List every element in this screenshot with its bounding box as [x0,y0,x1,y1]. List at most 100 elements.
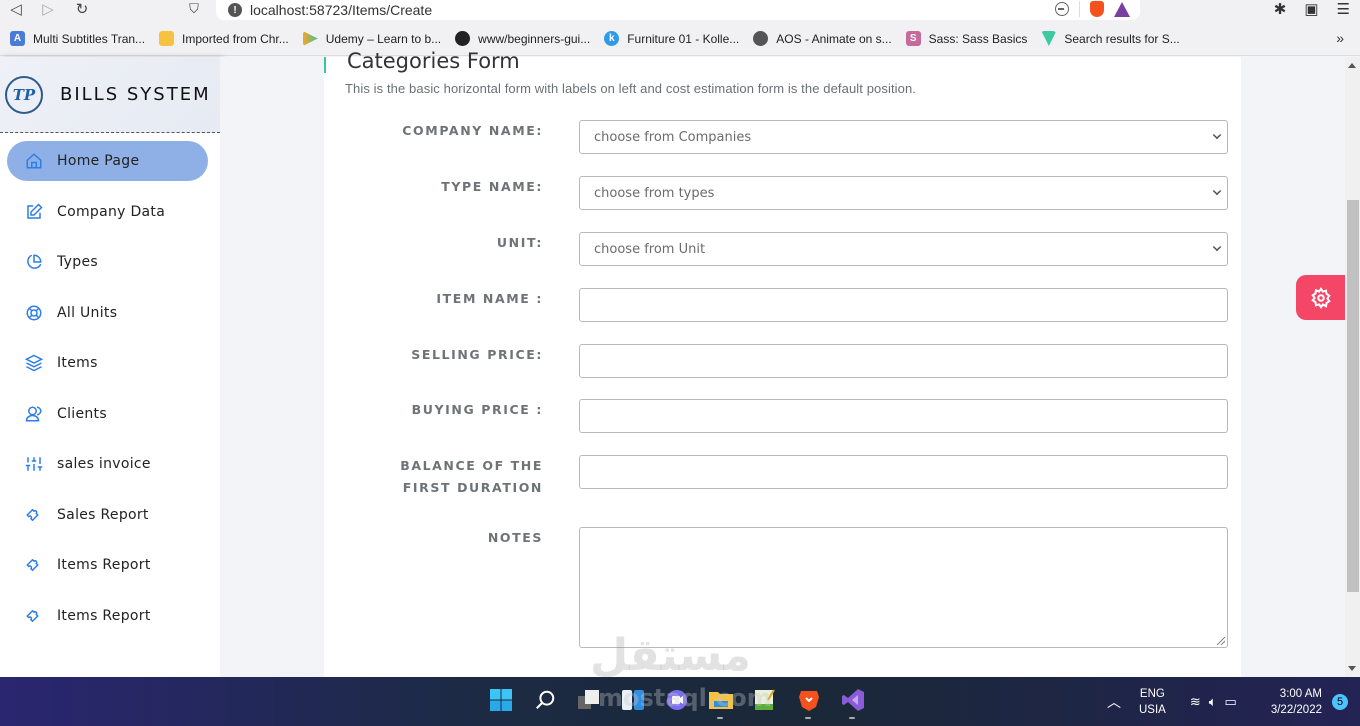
brand-header: TP BILLS SYSTEM [0,57,220,133]
browser-toolbar: ◁ ▷ ↻ ⛉ ! localhost:58723/Items/Create ✱… [0,0,1360,22]
sidebar-item-items-report-2[interactable]: Items Report [7,596,208,636]
sidebar-menu: Home Page Company Data Types All Units I… [0,133,220,636]
bookmark-icon[interactable]: ⛉ [184,0,204,18]
running-indicator [849,717,855,719]
running-indicator [805,717,811,719]
brave-rewards-icon[interactable] [1114,1,1130,17]
gear-icon [1310,286,1331,309]
sidebar-item-label: Clients [57,405,107,422]
selling-price-input[interactable] [579,344,1228,378]
unit-select[interactable]: choose from Unit [579,232,1228,266]
resize-handle[interactable] [1217,637,1225,645]
type-name-label: TYPE NAME: [441,179,543,194]
sidebar-item-sales-invoice[interactable]: sales invoice [7,444,208,484]
wallet-icon[interactable]: ▣ [1304,0,1318,18]
chevron-up-icon[interactable]: ︿ [1107,692,1121,712]
bookmark-item[interactable]: S Sass: Sass Basics [905,31,1027,46]
chevron-down-icon [1212,242,1222,252]
brand-title: BILLS SYSTEM [60,84,211,105]
visual-studio-button[interactable] [840,687,866,719]
item-name-input[interactable] [579,288,1228,322]
scroll-down-arrow[interactable] [1348,666,1356,671]
puzzle-icon [25,607,43,625]
bookmark-item[interactable]: A Multi Subtitles Tran... [10,31,145,46]
layers-icon [25,354,43,372]
vuetify-icon [1041,31,1057,46]
bookmark-item[interactable]: www/beginners-gui... [455,31,590,46]
zoom-out-icon[interactable] [1055,2,1069,16]
volume-icon: 🔈︎ [1208,693,1217,709]
clock[interactable]: 3:00 AM 3/22/2022 [1271,686,1322,718]
bookmark-label: Udemy – Learn to b... [325,31,442,46]
sidebar-item-sales-report[interactable]: Sales Report [7,495,208,535]
windows-icon [490,689,512,711]
site-info-icon[interactable]: ! [228,3,242,17]
language-code: ENG [1139,687,1165,700]
main-content: Categories Form This is the basic horizo… [220,49,1345,677]
buying-price-input[interactable] [579,399,1228,433]
github-icon [455,31,471,46]
sidebar-item-label: sales invoice [57,456,151,472]
folder-icon [159,31,175,46]
lifebuoy-icon [25,304,43,322]
back-button[interactable]: ◁ [6,0,26,18]
url-text[interactable]: localhost:58723/Items/Create [250,2,432,18]
running-indicator [717,717,723,719]
start-button[interactable] [488,687,514,713]
select-value: choose from types [594,185,715,201]
globe-icon [753,31,769,46]
buying-price-label: BUYING PRICE : [411,402,543,417]
balance-first-duration-input[interactable] [579,455,1228,489]
forward-button[interactable]: ▷ [38,0,58,18]
scroll-up-arrow[interactable] [1348,63,1356,68]
bookmark-item[interactable]: Udemy – Learn to b... [302,31,442,46]
form-description: This is the basic horizontal form with l… [345,81,917,96]
sidebar-item-label: All Units [57,304,118,321]
bookmark-item[interactable]: k Furniture 01 - Kolle... [604,31,739,46]
menu-icon[interactable]: ☰ [1337,0,1350,18]
sidebar-item-label: Home Page [57,153,140,169]
wifi-icon: ≋ [1189,693,1201,709]
scrollbar-thumb[interactable] [1347,200,1359,592]
reload-button[interactable]: ↻ [72,0,92,18]
company-name-select[interactable]: choose from Companies [579,120,1228,154]
vertical-scrollbar[interactable] [1345,57,1360,677]
chevron-down-icon [1212,130,1222,140]
settings-button[interactable] [1296,275,1345,320]
bookmark-label: AOS - Animate on s... [776,31,892,46]
selling-price-label: SELLING PRICE: [411,347,543,362]
extensions-icon[interactable]: ✱ [1274,0,1287,18]
sidebar-item-all-units[interactable]: All Units [7,293,208,333]
sidebar-item-home-page[interactable]: Home Page [7,141,208,181]
notification-badge[interactable]: 5 [1332,693,1348,710]
company-name-label: COMPANY NAME: [402,123,543,138]
search-button[interactable] [532,687,558,713]
brave-browser-button[interactable] [796,687,822,719]
system-tray: ︿ ENG USIA ≋ 🔈︎ ▭ 3:00 AM 3/22/2022 5 [1107,677,1360,726]
item-name-label: ITEM NAME : [436,291,543,306]
kollektiv-icon: k [604,31,620,46]
title-accent-bar [324,57,326,73]
sidebar-item-label: Items Report [57,607,151,624]
divider [1079,1,1080,17]
sidebar: TP BILLS SYSTEM Home Page Company Data T… [0,57,220,677]
bookmark-item[interactable]: Search results for S... [1041,31,1180,46]
sidebar-item-company-data[interactable]: Company Data [7,192,208,232]
address-bar[interactable]: ! localhost:58723/Items/Create [216,0,1140,20]
puzzle-icon [25,556,43,574]
sidebar-item-types[interactable]: Types [7,242,208,282]
watermark-arabic: مستقل [590,630,751,681]
bookmark-item[interactable]: Imported from Chr... [159,31,289,46]
sidebar-item-clients[interactable]: Clients [7,394,208,434]
select-value: choose from Companies [594,129,752,145]
more-bookmarks-button[interactable]: » [1336,30,1344,46]
brave-shields-icon[interactable] [1090,1,1104,17]
language-indicator[interactable]: ENG USIA [1139,686,1166,718]
quick-settings[interactable]: ≋ 🔈︎ ▭ [1190,694,1237,710]
sidebar-item-items[interactable]: Items [7,343,208,383]
logo[interactable]: TP [5,75,43,114]
type-name-select[interactable]: choose from types [579,176,1228,210]
bookmark-item[interactable]: AOS - Animate on s... [753,31,892,46]
sidebar-item-items-report[interactable]: Items Report [7,545,208,585]
sidebar-item-label: Sales Report [57,506,149,523]
